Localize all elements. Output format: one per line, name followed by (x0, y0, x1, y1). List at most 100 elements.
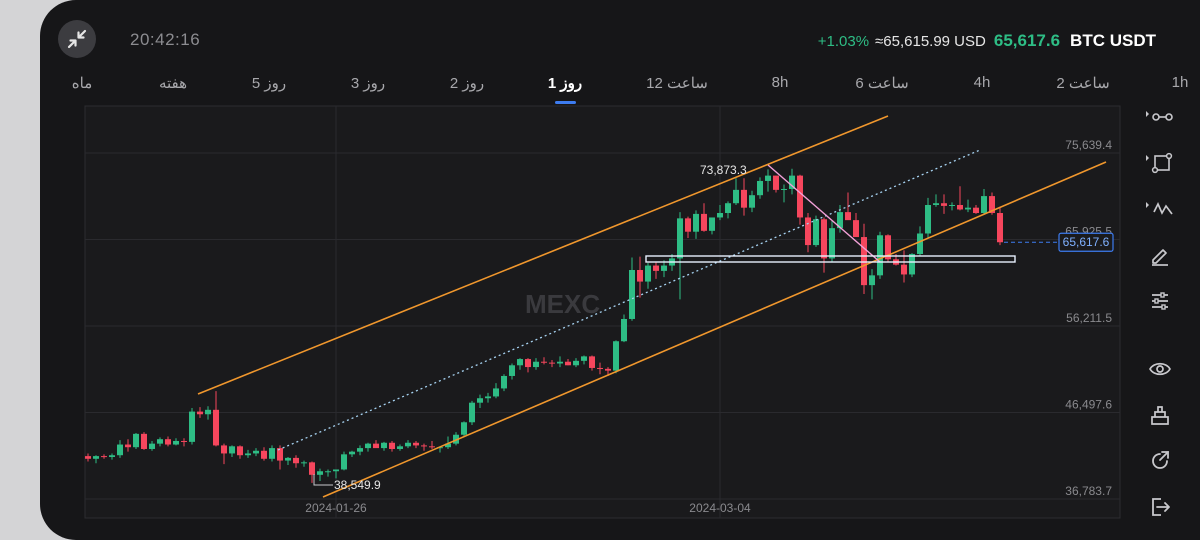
candle (189, 408, 195, 445)
candle-body (421, 445, 427, 447)
candle-body (933, 203, 939, 205)
candle-body (237, 446, 243, 456)
candle-body (541, 361, 547, 363)
low-price-annotation: 38,549.9 (334, 478, 381, 492)
high-price-annotation: 73,873.3 (700, 163, 747, 177)
tool-visibility[interactable] (1143, 352, 1177, 386)
pencil-icon (1152, 249, 1168, 266)
candle (133, 432, 139, 449)
tool-indicators[interactable] (1143, 284, 1177, 318)
candle-body (509, 365, 515, 376)
candle (341, 451, 347, 471)
candle-body (309, 462, 315, 475)
candle-body (605, 368, 611, 371)
candle-body (181, 440, 187, 442)
candle-body (973, 207, 979, 214)
candle-body (581, 356, 587, 361)
tool-reset[interactable] (1143, 444, 1177, 478)
candle-body (797, 175, 803, 218)
candle-body (909, 253, 915, 275)
candle-body (373, 443, 379, 449)
candle-body (781, 188, 787, 190)
candle-body (349, 451, 355, 455)
candle-body (389, 442, 395, 449)
candle-body (813, 219, 819, 246)
candle-body (949, 204, 955, 206)
price-chart[interactable]: MEXC 75,639.465,925.556,211.546,497.636,… (40, 0, 1200, 540)
tool-brush[interactable] (1143, 238, 1177, 272)
candle-body (357, 448, 363, 452)
candle-body (93, 456, 99, 459)
candle-body (637, 270, 643, 282)
candle-body (765, 175, 771, 181)
candle-body (741, 189, 747, 208)
candle-body (629, 270, 635, 319)
logout-icon (1152, 498, 1170, 516)
tool-clear-drawings[interactable] (1143, 398, 1177, 432)
candle-body (733, 189, 739, 204)
candle-body (365, 443, 371, 449)
candle-body (261, 450, 267, 459)
candle-body (253, 450, 259, 454)
candle-body (589, 356, 595, 368)
tool-trendline[interactable] (1143, 100, 1177, 134)
price-tag-label: 65,617.6 (1063, 235, 1110, 249)
candle-body (725, 203, 731, 214)
current-price-tag: 65,617.6 (1058, 232, 1114, 252)
tool-exit[interactable] (1143, 490, 1177, 524)
candle-body (749, 195, 755, 208)
candle-body (677, 218, 683, 259)
candle-body (773, 175, 779, 190)
eraser-icon (1151, 406, 1169, 425)
candle-body (269, 448, 275, 459)
candle-body (829, 228, 835, 259)
candle-body (173, 440, 179, 445)
candle-body (957, 204, 963, 210)
tool-shapes[interactable] (1143, 146, 1177, 180)
candle-body (149, 443, 155, 449)
candle-body (917, 233, 923, 254)
candle-body (869, 275, 875, 286)
eye-icon (1149, 362, 1171, 376)
candle-body (621, 318, 627, 342)
candle-body (341, 454, 347, 470)
candle-body (549, 362, 555, 364)
candle-body (565, 361, 571, 366)
candle-body (301, 462, 307, 464)
date-axis-label: 2024-03-04 (689, 501, 751, 515)
watermark-logo: MEXC (525, 289, 600, 319)
candle-body (901, 264, 907, 275)
candle-body (197, 411, 203, 415)
candle (797, 174, 803, 225)
candle-body (477, 398, 483, 403)
candle (613, 340, 619, 374)
candle-body (645, 265, 651, 282)
candle-body (965, 207, 971, 210)
price-axis-label: 75,639.4 (1065, 138, 1112, 152)
candle-body (285, 457, 291, 461)
candle-body (853, 220, 859, 238)
indicator-settings-icon (1152, 292, 1168, 310)
candle-body (493, 388, 499, 397)
candle-body (501, 375, 507, 389)
candle-body (805, 217, 811, 246)
candle-body (141, 433, 147, 449)
candle-body (997, 213, 1003, 243)
candle-body (821, 219, 827, 259)
candle-body (525, 359, 531, 368)
candle (813, 215, 819, 247)
candle (141, 432, 147, 450)
candle-body (661, 265, 667, 271)
candle-body (941, 203, 947, 206)
candle-body (213, 409, 219, 446)
candle-body (85, 456, 91, 459)
price-axis-label: 36,783.7 (1065, 484, 1112, 498)
candle-body (221, 445, 227, 454)
candle-body (325, 471, 331, 473)
tool-patterns[interactable] (1143, 192, 1177, 226)
candle-body (613, 341, 619, 371)
candle-body (293, 457, 299, 464)
candle-body (845, 212, 851, 221)
candle-body (573, 360, 579, 366)
candle-body (101, 456, 107, 458)
